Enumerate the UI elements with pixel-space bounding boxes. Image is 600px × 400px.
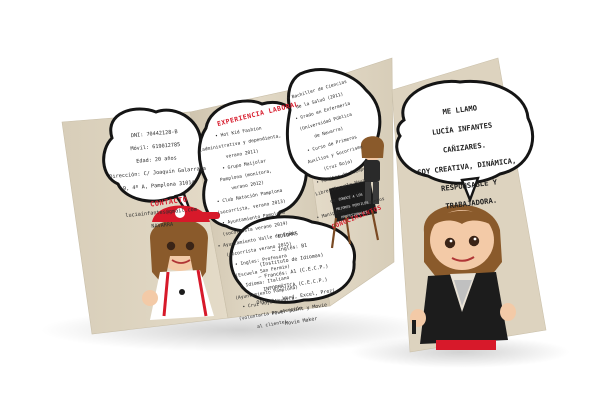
flyer-line: CAÑIZARES. — [442, 140, 487, 155]
flyer-line: LUCÍA INFANTES — [431, 120, 493, 138]
flyer-line: SOY CREATIVA, DINÁMICA, — [416, 155, 517, 177]
brochure-mockup-scene: DNI: 70442128-B Móvil: 619012785 Edad: 2… — [0, 0, 600, 400]
flyer-line: ME LLAMO — [442, 103, 478, 117]
flyer-line: RESPONSABLE Y — [440, 177, 498, 193]
flyer-bubble-text: ME LLAMO LUCÍA INFANTES CAÑIZARES. SOY C… — [397, 89, 534, 216]
